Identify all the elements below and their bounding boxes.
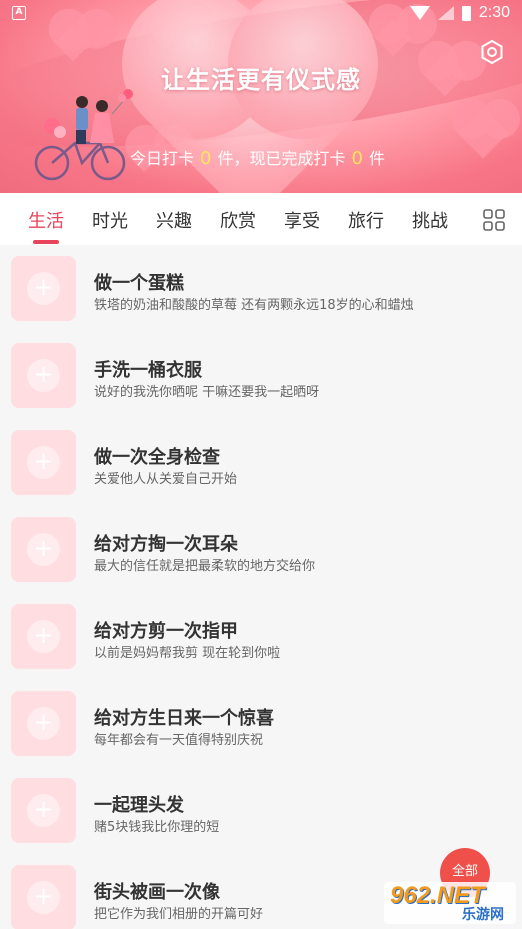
category-tabs: 生活 时光 兴趣 欣赏 享受 旅行 挑战	[0, 193, 522, 245]
item-title: 做一次全身检查	[94, 447, 220, 468]
item-thumbnail: +	[11, 256, 76, 321]
notification-icon: A	[12, 6, 26, 20]
checkin-today-count: 0	[200, 148, 212, 169]
status-time: 2:30	[478, 4, 510, 21]
watermark-sub: 乐游网	[462, 907, 504, 923]
plus-icon[interactable]: +	[27, 533, 60, 566]
list-item[interactable]: + 做一次全身检查 关爱他人从关爱自己开始	[0, 419, 522, 506]
item-title: 做一个蛋糕	[94, 273, 184, 294]
checkin-total-count: 0	[351, 148, 363, 169]
item-subtitle: 每年都会有一天值得特别庆祝	[94, 733, 264, 748]
status-bar: A 2:30	[0, 0, 522, 28]
tab-appreciate[interactable]: 欣赏	[220, 207, 256, 233]
plus-icon[interactable]: +	[27, 794, 60, 827]
item-subtitle: 把它作为我们相册的开篇可好	[94, 907, 264, 922]
tab-enjoy[interactable]: 享受	[284, 207, 320, 233]
active-tab-indicator	[33, 240, 59, 244]
item-thumbnail: +	[11, 778, 76, 843]
item-subtitle: 铁塔的奶油和酸酸的草莓 还有两颗永远18岁的心和蜡烛	[94, 298, 414, 313]
plus-icon[interactable]: +	[27, 881, 60, 914]
item-subtitle: 赌5块钱我比你理的短	[94, 820, 220, 835]
item-title: 给对方剪一次指甲	[94, 621, 238, 642]
plus-icon[interactable]: +	[27, 359, 60, 392]
list-item[interactable]: + 给对方剪一次指甲 以前是妈妈帮我剪 现在轮到你啦	[0, 593, 522, 680]
checkin-prefix: 今日打卡	[130, 149, 195, 168]
tab-time[interactable]: 时光	[92, 207, 128, 233]
item-subtitle: 以前是妈妈帮我剪 现在轮到你啦	[94, 646, 281, 661]
item-thumbnail: +	[11, 691, 76, 756]
tab-travel[interactable]: 旅行	[348, 207, 384, 233]
item-title: 给对方生日来一个惊喜	[94, 708, 274, 729]
item-thumbnail: +	[11, 343, 76, 408]
plus-icon[interactable]: +	[27, 620, 60, 653]
grid-icon[interactable]	[483, 209, 505, 231]
item-thumbnail: +	[11, 517, 76, 582]
plus-icon[interactable]: +	[27, 707, 60, 740]
header-banner: A 2:30 让生活更有仪式感 今日打卡 0 件，现已完成打卡 0 件	[0, 0, 522, 193]
checkin-summary: 今日打卡 0 件，现已完成打卡 0 件	[130, 145, 385, 169]
checkin-mid: 件，现已完成打卡	[217, 149, 346, 168]
item-thumbnail: +	[11, 865, 76, 929]
tab-interest[interactable]: 兴趣	[156, 207, 192, 233]
couple-bicycle-illustration	[34, 89, 133, 181]
battery-icon	[461, 5, 471, 21]
list-item[interactable]: + 给对方掏一次耳朵 最大的信任就是把最柔软的地方交给你	[0, 506, 522, 593]
item-title: 街头被画一次像	[94, 882, 220, 903]
item-subtitle: 说好的我洗你晒呢 干嘛还要我一起晒呀	[94, 385, 320, 400]
list-item[interactable]: + 做一个蛋糕 铁塔的奶油和酸酸的草莓 还有两颗永远18岁的心和蜡烛	[0, 245, 522, 332]
list-item[interactable]: + 手洗一桶衣服 说好的我洗你晒呢 干嘛还要我一起晒呀	[0, 332, 522, 419]
watermark-logo: 962.NET 乐游网	[384, 882, 516, 924]
plus-icon[interactable]: +	[27, 446, 60, 479]
item-subtitle: 关爱他人从关爱自己开始	[94, 472, 238, 487]
item-thumbnail: +	[11, 604, 76, 669]
settings-icon[interactable]	[480, 40, 504, 64]
heart-decoration	[457, 107, 509, 159]
tab-life[interactable]: 生活	[28, 207, 64, 233]
item-thumbnail: +	[11, 430, 76, 495]
tab-challenge[interactable]: 挑战	[412, 207, 448, 233]
item-title: 手洗一桶衣服	[94, 360, 202, 381]
plus-icon[interactable]: +	[27, 272, 60, 305]
list-item[interactable]: + 一起理头发 赌5块钱我比你理的短	[0, 767, 522, 854]
list-item[interactable]: + 给对方生日来一个惊喜 每年都会有一天值得特别庆祝	[0, 680, 522, 767]
item-title: 一起理头发	[94, 795, 184, 816]
item-subtitle: 最大的信任就是把最柔软的地方交给你	[94, 559, 316, 574]
signal-icon	[437, 6, 454, 20]
checkin-suffix: 件	[368, 149, 385, 168]
item-title: 给对方掏一次耳朵	[94, 534, 238, 555]
wifi-icon	[409, 6, 430, 20]
